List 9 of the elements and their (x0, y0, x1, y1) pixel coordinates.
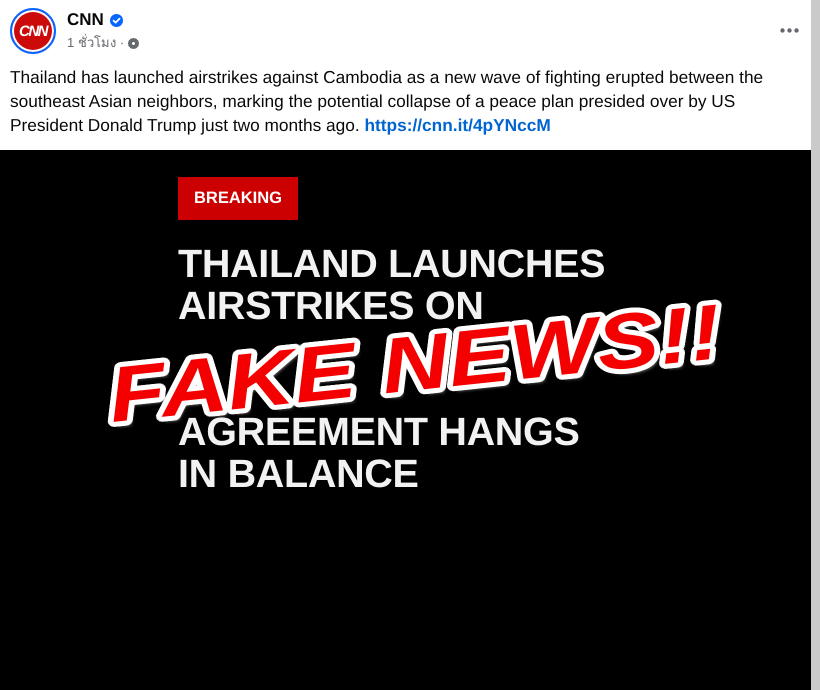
post-caption: Thailand has launched airstrikes against Cambodia as a new wave of fighting erupted between the southeast Asian neighbors, marking the potential collapse of a peace plan presided over by US President Donald Trump just two months ago. https://cnn.it/4pYNccM (9, 66, 764, 137)
separator-dot: · (120, 34, 124, 52)
gear-icon (128, 38, 140, 48)
breaking-label: BREAKING (178, 177, 298, 220)
post-link[interactable]: https://cnn.it/4pYNccM (364, 115, 551, 135)
page-name[interactable]: CNN (67, 9, 104, 31)
avatar-logo[interactable]: CNN (10, 8, 56, 54)
post-time[interactable]: 1 ชั่วโมง (67, 34, 116, 52)
more-dots-icon (780, 28, 799, 33)
